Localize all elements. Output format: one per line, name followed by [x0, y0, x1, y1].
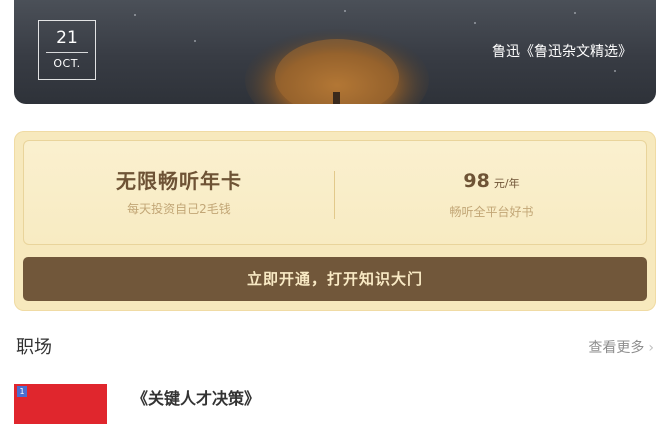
quote-source: 鲁迅《鲁迅杂文精选》 [492, 44, 632, 60]
chevron-right-icon: › [648, 340, 654, 356]
vip-price-subtitle: 畅听全平台好书 [449, 205, 534, 219]
date-month: OCT. [53, 57, 81, 70]
vip-info-panel: 无限畅听年卡 每天投资自己2毛钱 98 元/年 畅听全平台好书 [23, 140, 647, 245]
vip-price: 98 元/年 [335, 169, 648, 196]
section-title: 职场 [16, 337, 52, 358]
price-value: 98 [463, 170, 490, 192]
star [574, 12, 576, 14]
star [194, 40, 196, 42]
book-cover[interactable]: 1 [14, 384, 107, 424]
vip-price-block: 98 元/年 畅听全平台好书 [335, 141, 648, 244]
daily-quote-banner[interactable]: 21 OCT. 鲁迅《鲁迅杂文精选》 [14, 0, 656, 104]
book-title[interactable]: 《关键人才决策》 [132, 389, 260, 409]
tree-image [245, 28, 429, 104]
date-divider [46, 52, 88, 53]
date-day: 21 [56, 28, 78, 48]
date-box: 21 OCT. [38, 20, 96, 80]
vip-title: 无限畅听年卡 [116, 169, 242, 193]
star [474, 22, 476, 24]
vip-plan: 无限畅听年卡 每天投资自己2毛钱 [24, 141, 334, 244]
star [134, 14, 136, 16]
star [344, 10, 346, 12]
star [614, 70, 616, 72]
vip-subtitle: 每天投资自己2毛钱 [127, 202, 231, 216]
rank-badge: 1 [17, 386, 27, 397]
price-unit: 元/年 [493, 177, 520, 190]
open-vip-button[interactable]: 立即开通，打开知识大门 [23, 257, 647, 301]
annual-vip-card: 无限畅听年卡 每天投资自己2毛钱 98 元/年 畅听全平台好书 立即开通，打开知识… [14, 131, 656, 311]
see-more-link[interactable]: 查看更多 › [588, 339, 654, 357]
see-more-label: 查看更多 [588, 340, 645, 356]
